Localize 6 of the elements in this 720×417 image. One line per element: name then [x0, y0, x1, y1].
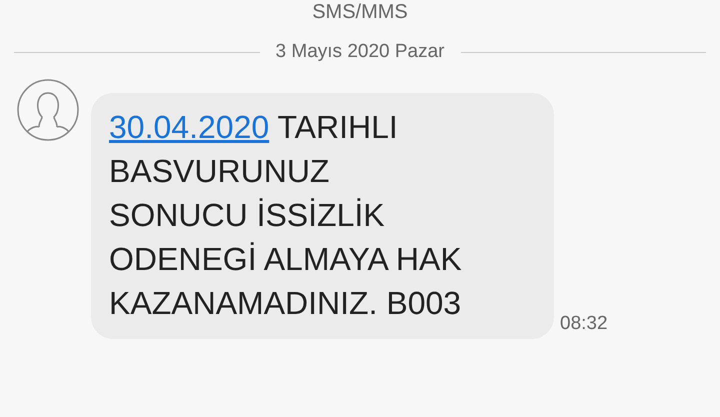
date-divider: 3 Mayıs 2020 Pazar [276, 40, 444, 64]
message-text: 30.04.2020 TARIHLI BASVURUNUZ SONUCU İSSİZLİK ODENEGİ ALMAYA HAK KAZANAMADINIZ. B003 [109, 108, 462, 320]
message-time: 08:32 [560, 312, 608, 336]
date-link[interactable]: 30.04.2020 [109, 108, 270, 144]
avatar-icon [17, 78, 79, 140]
header-title: SMS/MMS [311, 0, 409, 24]
